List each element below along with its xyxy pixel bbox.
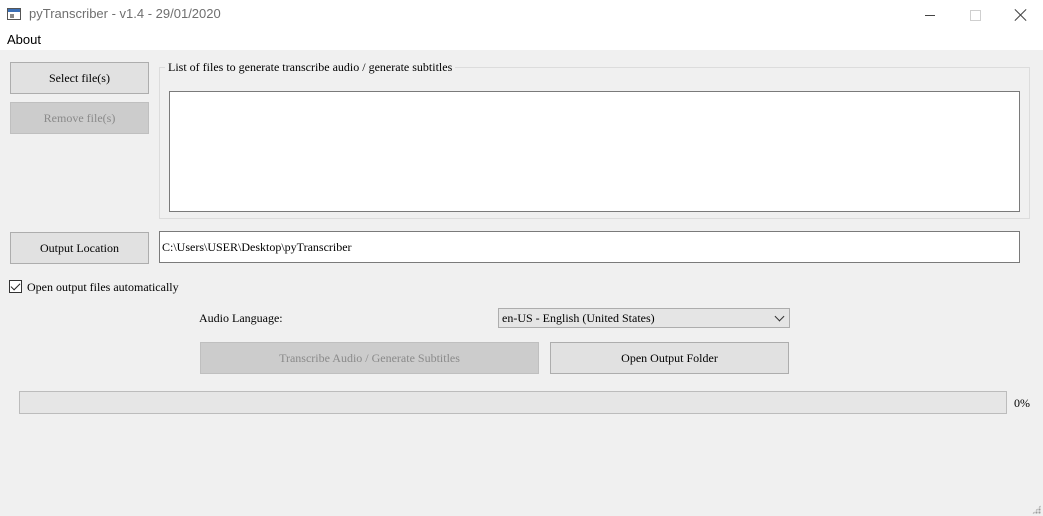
progress-bar (19, 391, 1007, 414)
menu-about[interactable]: About (7, 32, 41, 47)
open-output-folder-button[interactable]: Open Output Folder (550, 342, 789, 374)
title-bar: pyTranscriber - v1.4 - 29/01/2020 (0, 0, 1043, 30)
close-button[interactable] (998, 0, 1043, 30)
minimize-icon (925, 14, 935, 16)
file-list-title: List of files to generate transcribe aud… (165, 60, 456, 75)
menu-bar: About (0, 30, 1043, 50)
chevron-down-icon (774, 311, 785, 322)
remove-files-button[interactable]: Remove file(s) (10, 102, 149, 134)
audio-language-label: Audio Language: (199, 311, 283, 325)
output-path-field[interactable] (159, 231, 1020, 263)
audio-language-value: en-US - English (United States) (502, 311, 655, 325)
window-title: pyTranscriber - v1.4 - 29/01/2020 (29, 6, 221, 21)
open-output-label: Open output files automatically (27, 280, 179, 294)
maximize-button[interactable] (952, 0, 998, 30)
transcribe-button[interactable]: Transcribe Audio / Generate Subtitles (200, 342, 539, 374)
audio-language-select[interactable]: en-US - English (United States) (498, 308, 790, 328)
output-location-button[interactable]: Output Location (10, 232, 149, 264)
open-output-checkbox[interactable] (9, 280, 22, 293)
maximize-icon (969, 9, 981, 21)
file-list[interactable] (169, 91, 1020, 212)
select-files-button[interactable]: Select file(s) (10, 62, 149, 94)
app-icon (7, 8, 21, 20)
minimize-button[interactable] (907, 0, 953, 30)
progress-percent: 0% (1014, 396, 1030, 410)
close-icon (1015, 9, 1027, 21)
resize-grip-icon[interactable] (1032, 505, 1041, 514)
